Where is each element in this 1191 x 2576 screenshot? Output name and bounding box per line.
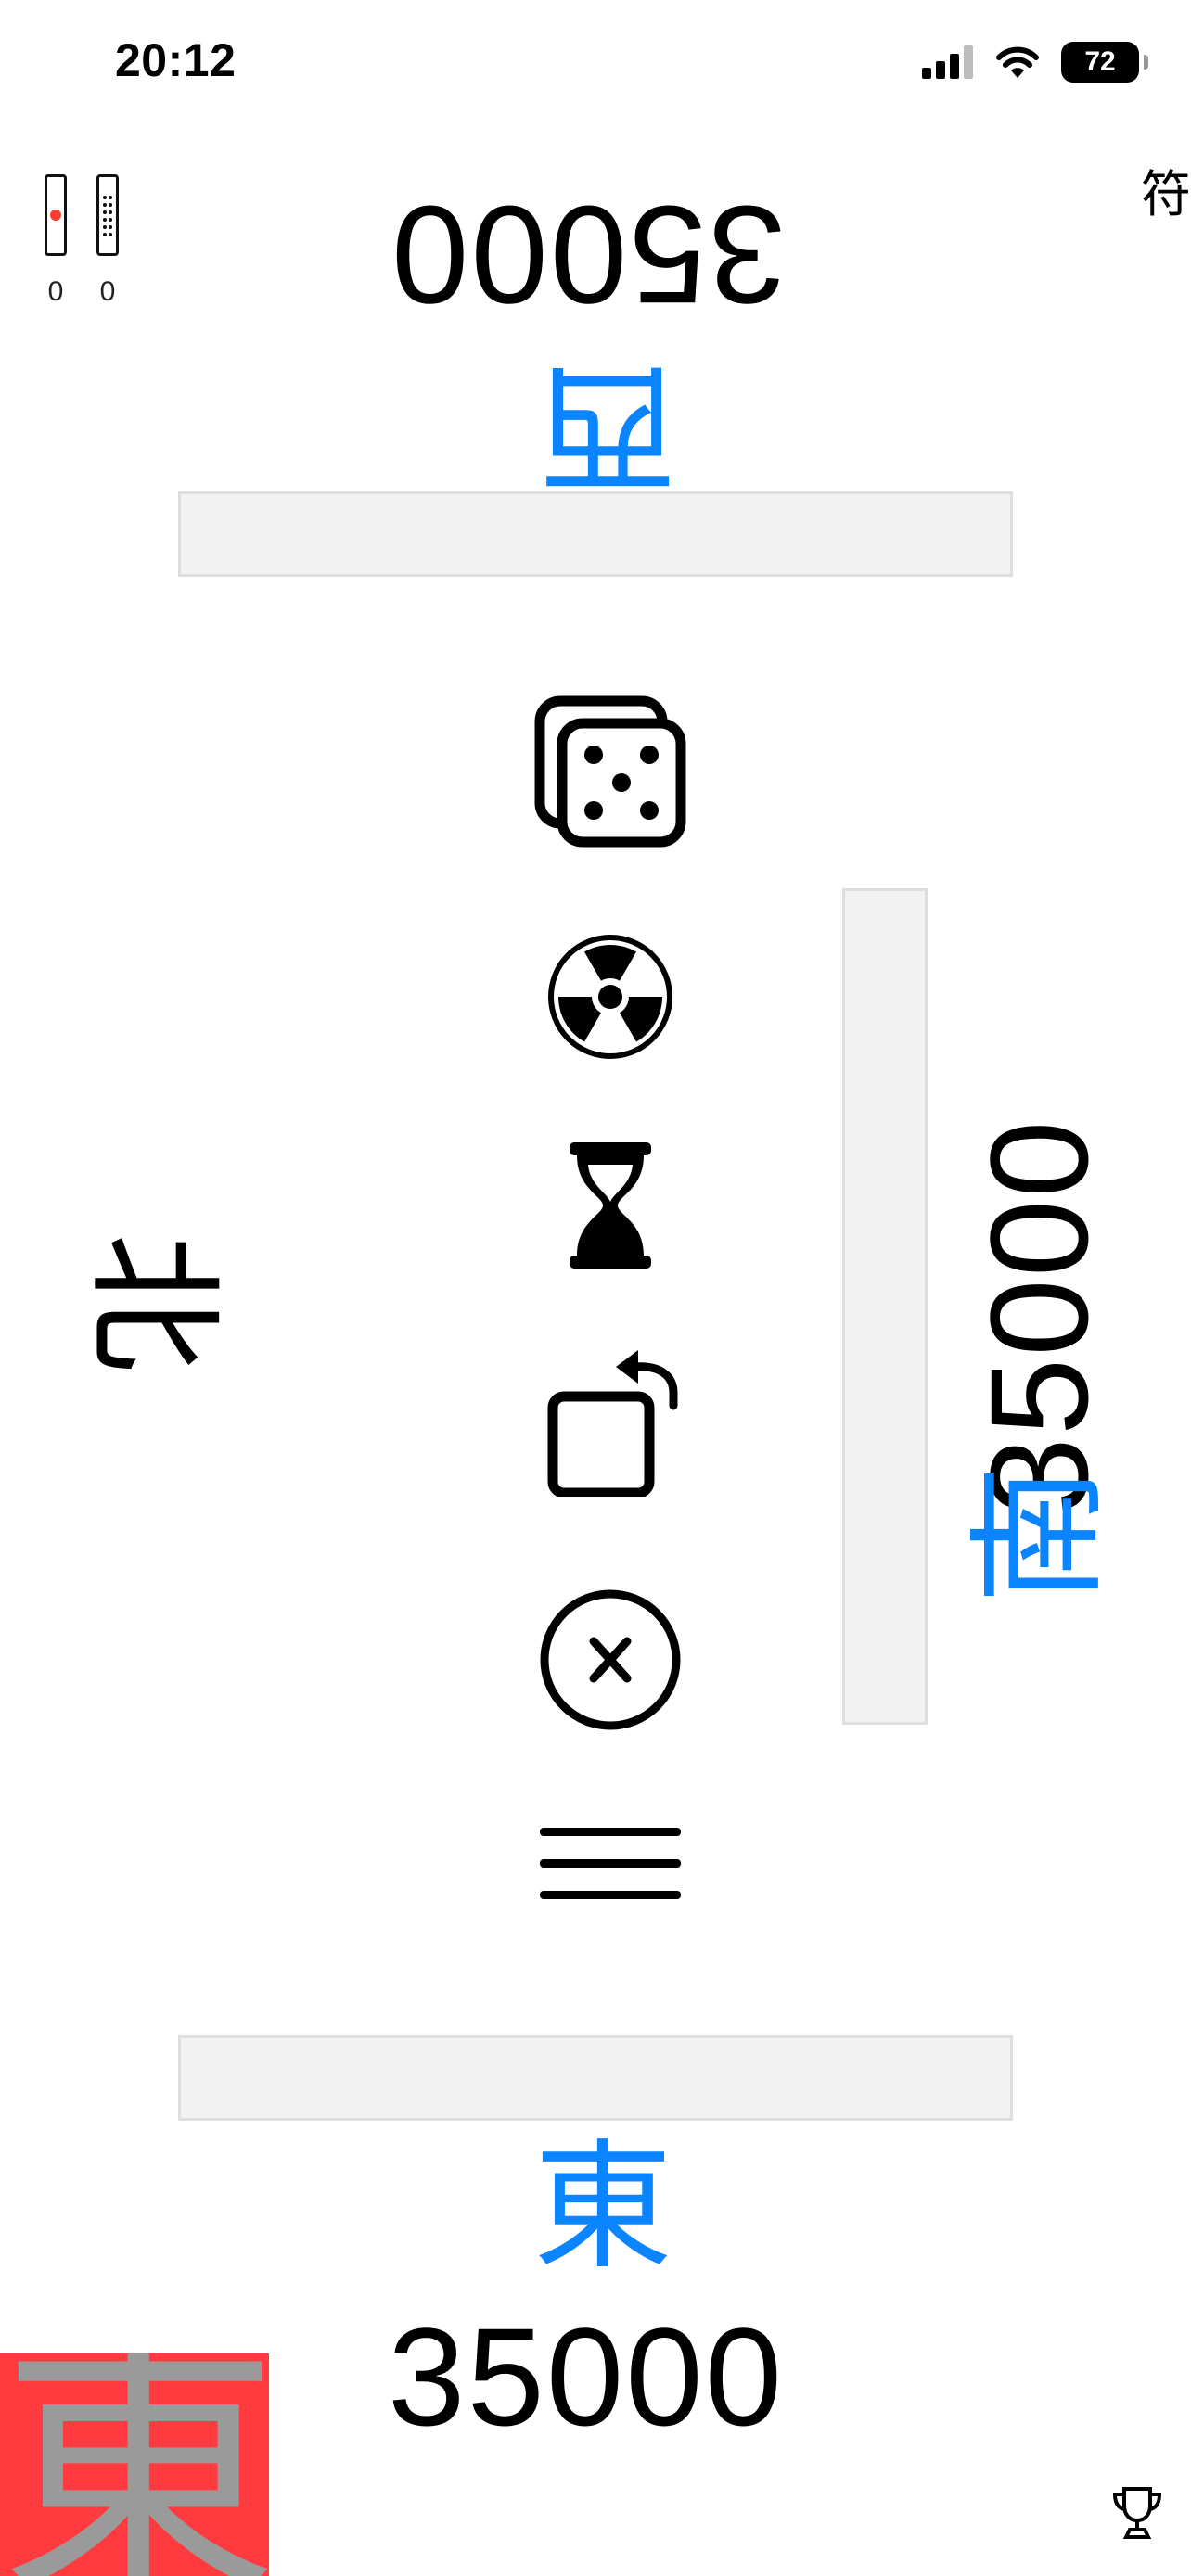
west-score[interactable]: 35000: [390, 177, 786, 333]
trophy-button[interactable]: [1111, 2485, 1163, 2545]
cancel-button[interactable]: [527, 1576, 694, 1743]
menu-icon: [540, 1828, 681, 1899]
south-wind-label: 南: [961, 1464, 1118, 1605]
close-circle-icon: [540, 1589, 681, 1730]
dealer-badge: 東: [0, 2353, 269, 2576]
radiation-button[interactable]: [527, 913, 694, 1080]
trophy-icon: [1112, 2487, 1162, 2539]
south-riichi-bar[interactable]: [842, 888, 928, 1725]
battery-icon: 72: [1061, 42, 1148, 83]
west-riichi-bar[interactable]: [178, 491, 1013, 577]
west-wind-label: 西: [538, 349, 678, 504]
riichi-stick-count: 0: [47, 276, 64, 307]
east-score[interactable]: 35000: [388, 2307, 784, 2446]
north-wind-label: 北: [75, 1232, 232, 1373]
cellular-signal-icon: [922, 45, 973, 79]
east-wind-label: 東: [533, 2129, 673, 2285]
south-score[interactable]: 35000: [961, 1118, 1117, 1514]
menu-button[interactable]: [527, 1780, 694, 1947]
wifi-icon: [996, 46, 1039, 78]
timer-button[interactable]: [527, 1122, 694, 1289]
dice-button[interactable]: [527, 688, 694, 855]
rotate-icon: [547, 1350, 678, 1497]
hourglass-icon: [570, 1142, 651, 1269]
dice-icon: [534, 695, 686, 848]
honba-stick-icon: [96, 174, 119, 256]
status-icons: 72: [922, 39, 1148, 85]
radiation-icon: [548, 935, 672, 1059]
rotate-button[interactable]: [527, 1337, 694, 1504]
dealer-badge-label: 東: [0, 2353, 269, 2576]
east-riichi-bar[interactable]: [178, 2035, 1013, 2121]
riichi-stick-icon: [45, 174, 67, 256]
fu-button[interactable]: 符: [1141, 153, 1191, 226]
status-time: 20:12: [115, 34, 237, 86]
honba-stick-count: 0: [99, 276, 116, 307]
